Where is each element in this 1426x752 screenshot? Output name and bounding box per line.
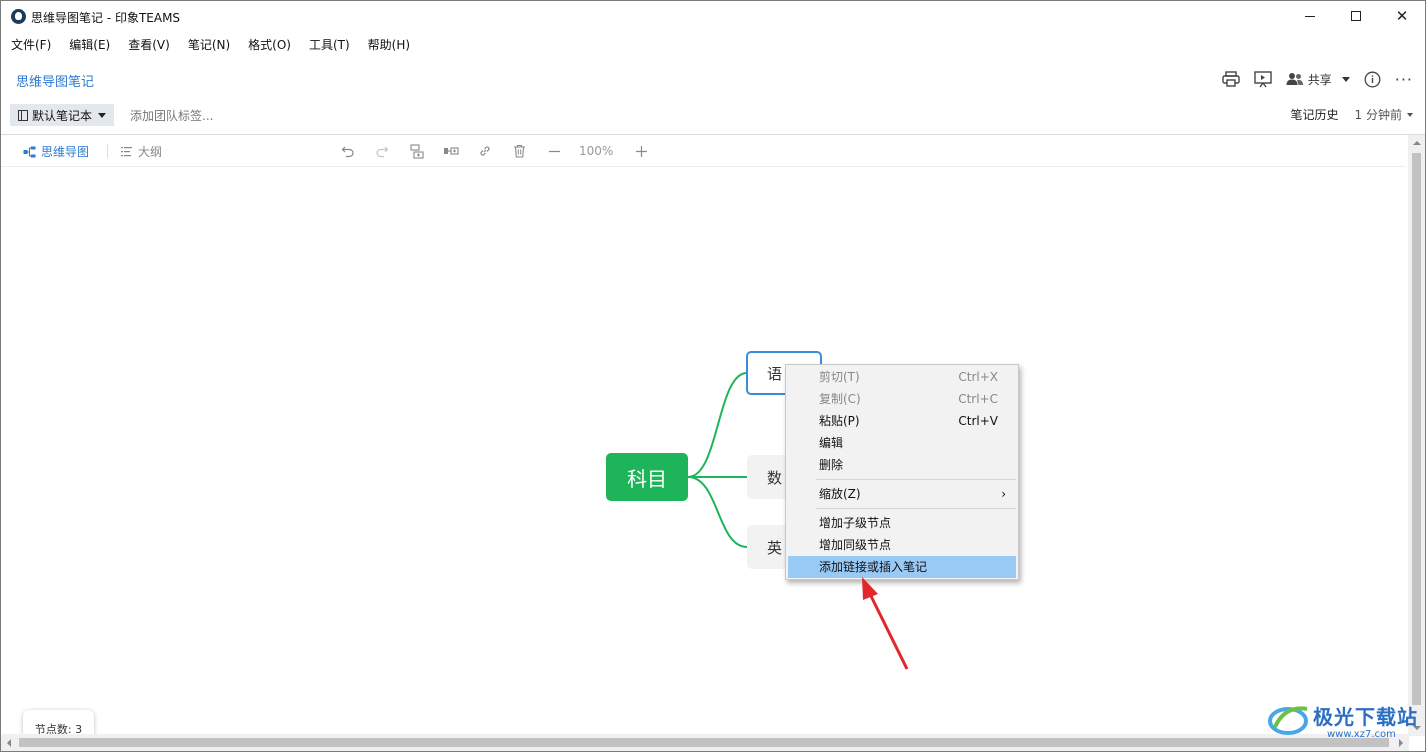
menu-item-paste[interactable]: 粘贴(P) Ctrl+V xyxy=(786,410,1018,432)
outline-icon xyxy=(121,147,132,157)
add-sibling-node-icon[interactable] xyxy=(443,143,459,159)
note-title[interactable]: 思维导图笔记 xyxy=(16,71,94,90)
minimize-icon xyxy=(1305,15,1315,17)
chevron-down-icon xyxy=(1407,112,1413,117)
note-header-tools: 共享 ··· xyxy=(1222,67,1413,91)
more-options-icon[interactable]: ··· xyxy=(1395,70,1413,89)
zoom-in-icon[interactable] xyxy=(633,143,649,159)
mindmap-root-node[interactable]: 科目 xyxy=(606,453,688,501)
menu-item-label: 复制(C) xyxy=(819,392,861,406)
menu-item-add-link[interactable]: 添加链接或插入笔记 xyxy=(788,556,1016,578)
share-button[interactable]: 共享 xyxy=(1286,71,1350,88)
menu-item-label: 缩放(Z) xyxy=(819,487,861,501)
zoom-level: 100% xyxy=(579,144,614,158)
zoom-out-icon[interactable] xyxy=(546,143,562,159)
menu-edit[interactable]: 编辑(E) xyxy=(59,35,118,55)
people-icon xyxy=(1286,73,1303,85)
print-icon[interactable] xyxy=(1222,71,1240,87)
window-title: 思维导图笔记 - 印象TEAMS xyxy=(31,11,181,25)
menu-item-zoom[interactable]: 缩放(Z) › xyxy=(786,483,1018,505)
menu-bar: 文件(F) 编辑(E) 查看(V) 笔记(N) 格式(O) 工具(T) 帮助(H… xyxy=(1,35,418,55)
mindmap-editor: 思维导图 大纲 100% 科目 语 数 英 节点数: 3 xyxy=(1,135,1409,747)
menu-format[interactable]: 格式(O) xyxy=(238,35,299,55)
scrollbar-thumb[interactable] xyxy=(1412,153,1421,705)
maximize-button[interactable] xyxy=(1333,1,1379,31)
menu-item-cut[interactable]: 剪切(T) Ctrl+X xyxy=(786,366,1018,388)
menu-view[interactable]: 查看(V) xyxy=(118,35,178,55)
present-icon[interactable] xyxy=(1254,70,1272,88)
link-icon[interactable] xyxy=(477,143,493,159)
menu-item-add-sibling[interactable]: 增加同级节点 xyxy=(786,534,1018,556)
notebook-row: 默认笔记本 添加团队标签... xyxy=(10,104,213,126)
mindmap-canvas[interactable]: 科目 语 数 英 节点数: 3 xyxy=(1,167,1405,747)
menu-separator xyxy=(816,479,1016,480)
menu-file[interactable]: 文件(F) xyxy=(1,35,59,55)
note-history-button[interactable]: 笔记历史 xyxy=(1291,106,1339,123)
menu-tools[interactable]: 工具(T) xyxy=(299,35,358,55)
menu-separator xyxy=(816,508,1016,509)
close-button[interactable]: ✕ xyxy=(1379,1,1425,31)
scroll-up-icon[interactable] xyxy=(1413,141,1421,145)
tab-outline[interactable]: 大纲 xyxy=(121,143,162,160)
share-label: 共享 xyxy=(1307,72,1332,87)
notebook-label: 默认笔记本 xyxy=(32,108,93,123)
watermark: 极光下载站 www.xz7.com xyxy=(1263,699,1423,751)
menu-item-label: 编辑 xyxy=(819,436,844,450)
watermark-text: 极光下载站 xyxy=(1313,705,1418,729)
chevron-down-icon xyxy=(98,112,107,118)
tab-mindmap-label: 思维导图 xyxy=(41,145,90,159)
trash-icon[interactable] xyxy=(511,143,527,159)
maximize-icon xyxy=(1351,11,1361,21)
menu-item-label: 删除 xyxy=(819,458,844,472)
menu-item-add-child[interactable]: 增加子级节点 xyxy=(786,512,1018,534)
scrollbar-thumb[interactable] xyxy=(19,738,1389,747)
evernote-logo-icon xyxy=(11,9,26,24)
menu-item-label: 增加同级节点 xyxy=(819,538,892,552)
add-tag-input[interactable]: 添加团队标签... xyxy=(130,107,213,124)
horizontal-scrollbar[interactable] xyxy=(1,734,1409,751)
app-window: 思维导图笔记 - 印象TEAMS ✕ 文件(F) 编辑(E) 查看(V) 笔记(… xyxy=(0,0,1426,752)
notebook-icon xyxy=(18,109,28,121)
tab-divider xyxy=(107,144,108,158)
watermark-logo-icon xyxy=(1268,706,1308,735)
add-child-node-icon[interactable] xyxy=(409,143,425,159)
notebook-selector[interactable]: 默认笔记本 xyxy=(10,104,115,126)
menu-item-label: 粘贴(P) xyxy=(819,414,860,428)
menu-note[interactable]: 笔记(N) xyxy=(178,35,238,55)
menu-item-label: 添加链接或插入笔记 xyxy=(819,560,928,574)
shortcut-label: Ctrl+V xyxy=(958,414,998,428)
undo-icon[interactable] xyxy=(340,143,356,159)
updated-time-dropdown[interactable]: 1 分钟前 xyxy=(1355,106,1413,123)
menu-item-delete[interactable]: 删除 xyxy=(786,454,1018,476)
mindmap-connectors xyxy=(687,372,748,548)
context-menu: 剪切(T) Ctrl+X 复制(C) Ctrl+C 粘贴(P) Ctrl+V 编… xyxy=(785,364,1019,580)
note-history: 笔记历史 1 分钟前 xyxy=(1291,106,1413,123)
updated-time-label: 1 分钟前 xyxy=(1354,108,1402,122)
info-icon[interactable] xyxy=(1364,71,1381,88)
chevron-down-icon xyxy=(1341,76,1350,82)
tab-mindmap[interactable]: 思维导图 xyxy=(23,143,89,160)
menu-item-copy[interactable]: 复制(C) Ctrl+C xyxy=(786,388,1018,410)
shortcut-label: Ctrl+C xyxy=(958,392,998,406)
minimize-button[interactable] xyxy=(1287,1,1333,31)
watermark-url: www.xz7.com xyxy=(1327,729,1396,740)
connector-line xyxy=(687,372,748,478)
redo-icon[interactable] xyxy=(374,143,390,159)
tab-outline-label: 大纲 xyxy=(138,145,163,159)
menu-item-label: 剪切(T) xyxy=(819,370,860,384)
close-icon: ✕ xyxy=(1395,6,1409,25)
connector-line xyxy=(687,476,748,548)
title-bar: 思维导图笔记 - 印象TEAMS ✕ xyxy=(1,1,1425,31)
chevron-right-icon: › xyxy=(1001,487,1006,501)
vertical-scrollbar[interactable] xyxy=(1408,135,1425,736)
menu-help[interactable]: 帮助(H) xyxy=(358,35,418,55)
editor-toolbar: 思维导图 大纲 100% xyxy=(1,135,1405,167)
menu-item-label: 增加子级节点 xyxy=(819,516,892,530)
scroll-left-icon[interactable] xyxy=(7,739,11,747)
shortcut-label: Ctrl+X xyxy=(958,370,998,384)
menu-item-edit[interactable]: 编辑 xyxy=(786,432,1018,454)
mindmap-icon xyxy=(23,146,36,157)
